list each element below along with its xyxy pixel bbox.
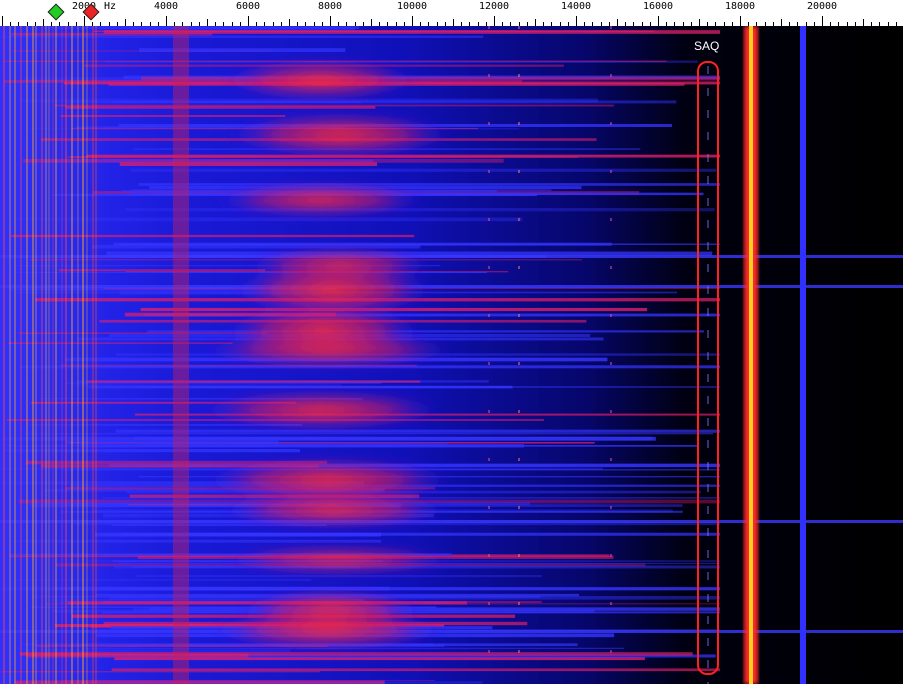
ruler-tick-label: 8000 [317, 1, 343, 12]
ruler-tick [371, 19, 372, 26]
noise-streak [125, 207, 715, 212]
energy-cluster [198, 334, 458, 366]
noise-streak [65, 440, 279, 445]
ruler-tick [207, 19, 208, 26]
ruler-tick [289, 19, 290, 26]
noise-streak [138, 183, 720, 186]
broadband-burst [0, 255, 903, 258]
noise-streak [87, 380, 421, 383]
energy-cluster [208, 611, 446, 649]
energy-cluster [198, 392, 444, 428]
noise-streak [115, 429, 720, 433]
energy-cluster [213, 185, 428, 215]
ruler-tick-label: 20000 [806, 1, 838, 12]
noise-streak [135, 574, 542, 578]
noise-streak [12, 539, 382, 543]
ruler-tick [166, 16, 167, 26]
noise-streak [12, 217, 523, 222]
noise-streak [119, 243, 720, 245]
ruler-tick [43, 19, 44, 26]
frequency-ruler[interactable]: Hz 2000 4000 6000 8000 10000 12000 14000 16000 1… [0, 0, 903, 26]
noise-streak [60, 115, 286, 117]
noise-streak [111, 668, 720, 672]
ruler-tick [494, 16, 495, 26]
noise-streak [10, 234, 415, 238]
noise-streak [80, 443, 525, 448]
ruler-tick [699, 19, 700, 26]
noise-streak [67, 100, 677, 104]
ruler-tick-label: 14000 [560, 1, 592, 12]
broadband-burst [0, 630, 903, 633]
noise-streak [23, 158, 504, 163]
ruler-tick-label: 16000 [642, 1, 674, 12]
ruler-tick [453, 19, 454, 26]
energy-cluster [218, 547, 457, 573]
noise-streak [92, 244, 421, 249]
ruler-tick [84, 16, 85, 26]
ruler-tick [330, 16, 331, 26]
ruler-tick [740, 16, 741, 26]
energy-cluster [217, 493, 452, 527]
noise-streak [19, 652, 693, 656]
ruler-tick [535, 19, 536, 26]
ruler-tick [248, 16, 249, 26]
ruler-tick [863, 19, 864, 26]
noise-streak [74, 384, 342, 386]
noise-streak [58, 269, 266, 272]
ruler-tick [2, 16, 3, 26]
broadband-burst [0, 520, 903, 523]
saq-highlight-box [697, 61, 719, 675]
noise-streak [130, 27, 355, 31]
noise-streak [130, 168, 717, 172]
strong-carrier-core [749, 26, 753, 684]
ruler-tick-label: 10000 [396, 1, 428, 12]
noise-streak [0, 586, 390, 591]
saq-label: SAQ [694, 39, 720, 53]
ruler-tick-label: 4000 [153, 1, 179, 12]
noise-streak [121, 532, 721, 536]
broadband-burst [0, 285, 903, 288]
ruler-tick [781, 19, 782, 26]
noise-streak [2, 436, 656, 441]
noise-streak [139, 48, 346, 53]
ruler-tick [658, 16, 659, 26]
ruler-tick [822, 16, 823, 26]
noise-streak [19, 681, 483, 684]
noise-streak [103, 30, 721, 34]
ruler-tick-label: 12000 [478, 1, 510, 12]
noise-streak [24, 432, 714, 435]
noise-streak [54, 104, 615, 107]
noise-streak [66, 156, 505, 158]
ruler-tick [576, 16, 577, 26]
carrier-column [173, 26, 189, 684]
energy-cluster [225, 114, 454, 156]
noise-streak [19, 365, 720, 369]
ruler-tick [125, 19, 126, 26]
ruler-tick [412, 16, 413, 26]
unit-label: Hz [104, 1, 117, 12]
ruler-tick-label: 6000 [235, 1, 261, 12]
noise-streak [17, 579, 312, 581]
ruler-tick [617, 19, 618, 26]
noise-streak [119, 162, 378, 166]
noise-streak [137, 386, 720, 388]
blue-carrier [800, 26, 806, 684]
noise-streak [0, 35, 484, 39]
ruler-tick-label: 18000 [724, 1, 756, 12]
energy-cluster [221, 61, 420, 99]
spectrogram-waterfall[interactable] [0, 26, 903, 684]
